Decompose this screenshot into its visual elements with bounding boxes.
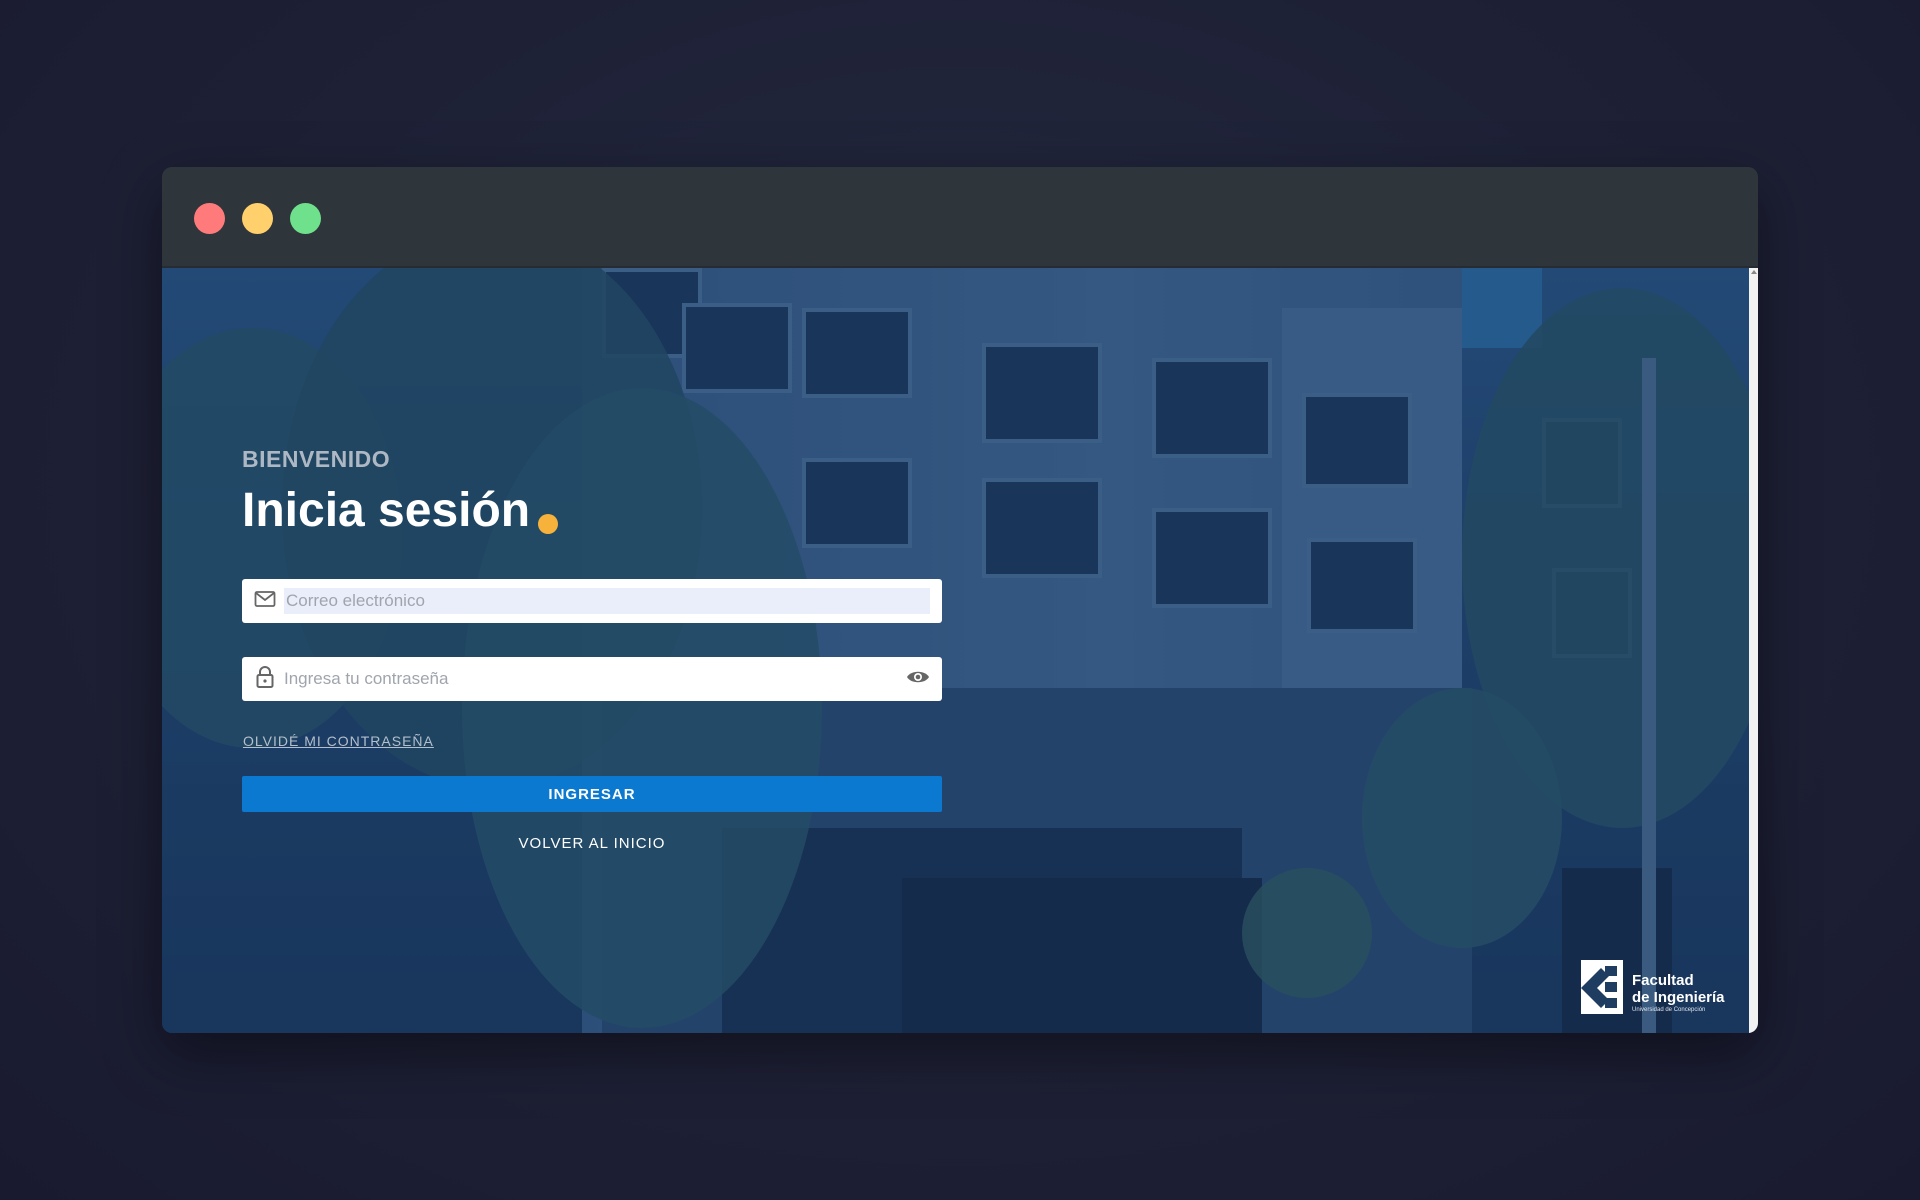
- logo-title-line2: de Ingeniería: [1632, 989, 1725, 1006]
- forgot-password-link[interactable]: OLVIDÉ MI CONTRASEÑA: [243, 733, 434, 749]
- vertical-scrollbar[interactable]: [1749, 268, 1758, 1033]
- lock-icon: [254, 665, 276, 694]
- mail-icon: [254, 590, 276, 613]
- scroll-up-arrow-icon[interactable]: [1751, 270, 1757, 274]
- page-title-text: Inicia sesión: [242, 484, 531, 537]
- logo-subtitle: Universidad de Concepción: [1632, 1007, 1706, 1013]
- email-input[interactable]: [284, 588, 930, 614]
- browser-window: BIENVENIDO Inicia sesión Correo electrón…: [162, 167, 1758, 1033]
- maximize-window-button[interactable]: [290, 203, 321, 234]
- back-to-home-link[interactable]: VOLVER AL INICIO: [242, 835, 942, 852]
- page-title: Inicia sesión: [242, 483, 559, 538]
- login-page: BIENVENIDO Inicia sesión Correo electrón…: [162, 268, 1749, 1033]
- welcome-label: BIENVENIDO: [242, 446, 391, 472]
- faculty-logo-mark: [1581, 960, 1623, 1014]
- window-titlebar: [162, 167, 1758, 268]
- password-input[interactable]: [284, 666, 906, 692]
- login-button[interactable]: INGRESAR: [242, 776, 942, 812]
- email-field[interactable]: [242, 579, 942, 623]
- background-campus-photo: [162, 268, 1749, 1033]
- logo-title-line1: Facultad: [1632, 972, 1694, 989]
- accent-dot: [538, 514, 559, 534]
- close-window-button[interactable]: [194, 203, 225, 234]
- faculty-logo: Facultad de Ingeniería Universidad de Co…: [1579, 958, 1739, 1018]
- password-field[interactable]: [242, 657, 942, 701]
- minimize-window-button[interactable]: [242, 203, 273, 234]
- eye-icon[interactable]: [906, 669, 930, 690]
